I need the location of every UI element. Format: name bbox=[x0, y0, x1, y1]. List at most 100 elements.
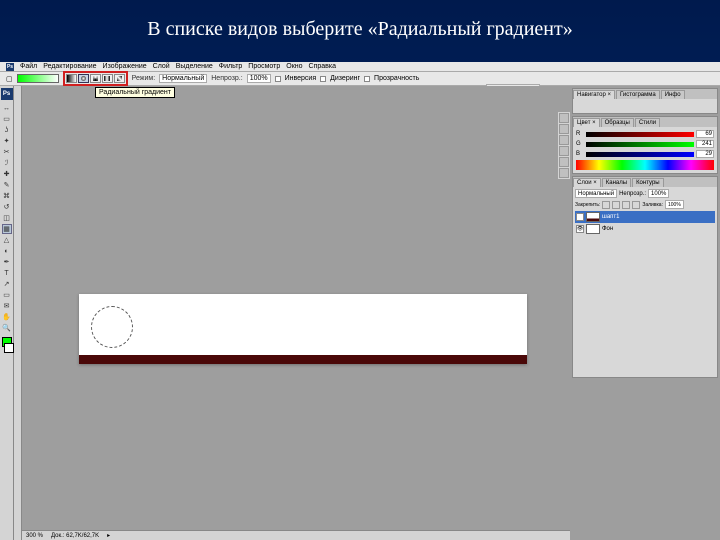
layer-row-1[interactable]: 👁 шапт1 bbox=[575, 211, 715, 223]
blur-tool[interactable]: △ bbox=[2, 235, 12, 245]
eyedropper-tool[interactable]: ℐ bbox=[2, 158, 12, 168]
layers-panel: Слои × Каналы Контуры Нормальный Непрозр… bbox=[572, 176, 718, 378]
lock-pixels-icon[interactable] bbox=[612, 201, 620, 209]
collapsed-icon[interactable] bbox=[559, 157, 569, 167]
status-arrow-icon[interactable]: ▸ bbox=[107, 532, 110, 539]
layer-name[interactable]: Фон bbox=[602, 226, 613, 232]
menu-window[interactable]: Окно bbox=[286, 63, 302, 70]
lock-label: Закрепить: bbox=[575, 202, 600, 208]
collapsed-icon[interactable] bbox=[559, 135, 569, 145]
canvas-dark-strip bbox=[79, 355, 527, 364]
r-value[interactable]: 69 bbox=[696, 130, 714, 138]
menu-image[interactable]: Изображение bbox=[103, 63, 147, 70]
marquee-selection bbox=[91, 306, 133, 348]
main-area: Ps ↔ ▭ ʖ ✦ ✂ ℐ ✚ ✎ ⌘ ↺ ◫ ▦ △ ◐ ✒ T ↗ ▭ ✉… bbox=[0, 86, 720, 540]
transparency-checkbox[interactable] bbox=[364, 76, 370, 82]
layer-thumbnail bbox=[586, 212, 600, 222]
gradient-reflected-button[interactable] bbox=[102, 74, 113, 83]
gradient-tool-icon: ▢ bbox=[6, 75, 13, 83]
layer-name[interactable]: шапт1 bbox=[602, 214, 619, 220]
r-slider[interactable] bbox=[586, 132, 694, 137]
gradient-radial-button[interactable] bbox=[78, 74, 89, 83]
menu-layer[interactable]: Слой bbox=[153, 63, 170, 70]
zoom-tool[interactable]: 🔍 bbox=[2, 323, 12, 333]
gradient-linear-button[interactable] bbox=[66, 74, 77, 83]
tab-info[interactable]: Инфо bbox=[661, 90, 685, 99]
hand-tool[interactable]: ✋ bbox=[2, 312, 12, 322]
b-slider[interactable] bbox=[586, 152, 694, 157]
tab-layers[interactable]: Слои × bbox=[573, 178, 601, 187]
menu-file[interactable]: Файл bbox=[20, 63, 37, 70]
reverse-checkbox[interactable] bbox=[275, 76, 281, 82]
shape-tool[interactable]: ▭ bbox=[2, 290, 12, 300]
menu-filter[interactable]: Фильтр bbox=[219, 63, 243, 70]
g-slider[interactable] bbox=[586, 142, 694, 147]
pen-tool[interactable]: ✒ bbox=[2, 257, 12, 267]
path-tool[interactable]: ↗ bbox=[2, 279, 12, 289]
lasso-tool[interactable]: ʖ bbox=[2, 125, 12, 135]
right-panels: Навигатор × Гистограмма Инфо Цвет × Обра… bbox=[570, 86, 720, 540]
gradient-radial-tooltip: Радиальный градиент bbox=[95, 87, 175, 98]
tab-channels[interactable]: Каналы bbox=[602, 178, 631, 187]
lock-pos-icon[interactable] bbox=[622, 201, 630, 209]
type-tool[interactable]: T bbox=[2, 268, 12, 278]
layer-opacity-label: Непрозр.: bbox=[619, 191, 646, 197]
tab-styles[interactable]: Стили bbox=[635, 118, 660, 127]
zoom-readout[interactable]: 300 % bbox=[26, 533, 43, 539]
mode-select[interactable]: Нормальный bbox=[159, 74, 207, 83]
color-panel: Цвет × Образцы Стили R 69 G 241 bbox=[572, 116, 718, 174]
dither-label: Дизеринг bbox=[330, 75, 360, 82]
menu-select[interactable]: Выделение bbox=[176, 63, 213, 70]
gradient-diamond-button[interactable] bbox=[114, 74, 125, 83]
tab-color[interactable]: Цвет × bbox=[573, 118, 600, 127]
opacity-label: Непрозр.: bbox=[211, 75, 242, 82]
collapsed-icon[interactable] bbox=[559, 146, 569, 156]
dither-checkbox[interactable] bbox=[320, 76, 326, 82]
marquee-tool[interactable]: ▭ bbox=[2, 114, 12, 124]
eye-icon[interactable]: 👁 bbox=[576, 213, 584, 221]
gradient-tool[interactable]: ▦ bbox=[2, 224, 12, 234]
fill-input[interactable]: 100% bbox=[665, 200, 684, 209]
menu-edit[interactable]: Редактирование bbox=[43, 63, 96, 70]
b-value[interactable]: 29 bbox=[696, 150, 714, 158]
tab-paths[interactable]: Контуры bbox=[632, 178, 664, 187]
menu-help[interactable]: Справка bbox=[309, 63, 336, 70]
healing-tool[interactable]: ✚ bbox=[2, 169, 12, 179]
tab-swatches[interactable]: Образцы bbox=[601, 118, 634, 127]
move-tool[interactable]: ↔ bbox=[2, 103, 12, 113]
history-brush-tool[interactable]: ↺ bbox=[2, 202, 12, 212]
gradient-angle-button[interactable] bbox=[90, 74, 101, 83]
layer-opacity-input[interactable]: 100% bbox=[648, 189, 669, 198]
background-color-swatch[interactable] bbox=[4, 343, 14, 353]
notes-tool[interactable]: ✉ bbox=[2, 301, 12, 311]
tab-histogram[interactable]: Гистограмма bbox=[616, 90, 660, 99]
lock-trans-icon[interactable] bbox=[602, 201, 610, 209]
lock-all-icon[interactable] bbox=[632, 201, 640, 209]
brush-tool[interactable]: ✎ bbox=[2, 180, 12, 190]
dodge-tool[interactable]: ◐ bbox=[2, 246, 12, 256]
eye-icon[interactable]: 👁 bbox=[576, 225, 584, 233]
collapsed-icon[interactable] bbox=[559, 113, 569, 123]
color-spectrum[interactable] bbox=[576, 160, 714, 170]
layer-thumbnail bbox=[586, 224, 600, 234]
crop-tool[interactable]: ✂ bbox=[2, 147, 12, 157]
mini-panel-column bbox=[14, 86, 22, 540]
document-canvas[interactable] bbox=[79, 294, 527, 364]
layer-row-2[interactable]: 👁 Фон bbox=[575, 223, 715, 235]
blend-mode-select[interactable]: Нормальный bbox=[575, 189, 617, 198]
photoshop-window: Ps Файл Редактирование Изображение Слой … bbox=[0, 62, 720, 540]
r-label: R bbox=[576, 131, 584, 137]
collapsed-icon[interactable] bbox=[559, 168, 569, 178]
stamp-tool[interactable]: ⌘ bbox=[2, 191, 12, 201]
g-value[interactable]: 241 bbox=[696, 140, 714, 148]
collapsed-icon[interactable] bbox=[559, 124, 569, 134]
wand-tool[interactable]: ✦ bbox=[2, 136, 12, 146]
b-label: B bbox=[576, 151, 584, 157]
tools-panel: Ps ↔ ▭ ʖ ✦ ✂ ℐ ✚ ✎ ⌘ ↺ ◫ ▦ △ ◐ ✒ T ↗ ▭ ✉… bbox=[0, 86, 14, 540]
g-label: G bbox=[576, 141, 584, 147]
gradient-preview[interactable] bbox=[17, 74, 59, 83]
eraser-tool[interactable]: ◫ bbox=[2, 213, 12, 223]
opacity-input[interactable]: 100% bbox=[247, 74, 271, 83]
tab-navigator[interactable]: Навигатор × bbox=[573, 90, 615, 99]
menu-view[interactable]: Просмотр bbox=[248, 63, 280, 70]
